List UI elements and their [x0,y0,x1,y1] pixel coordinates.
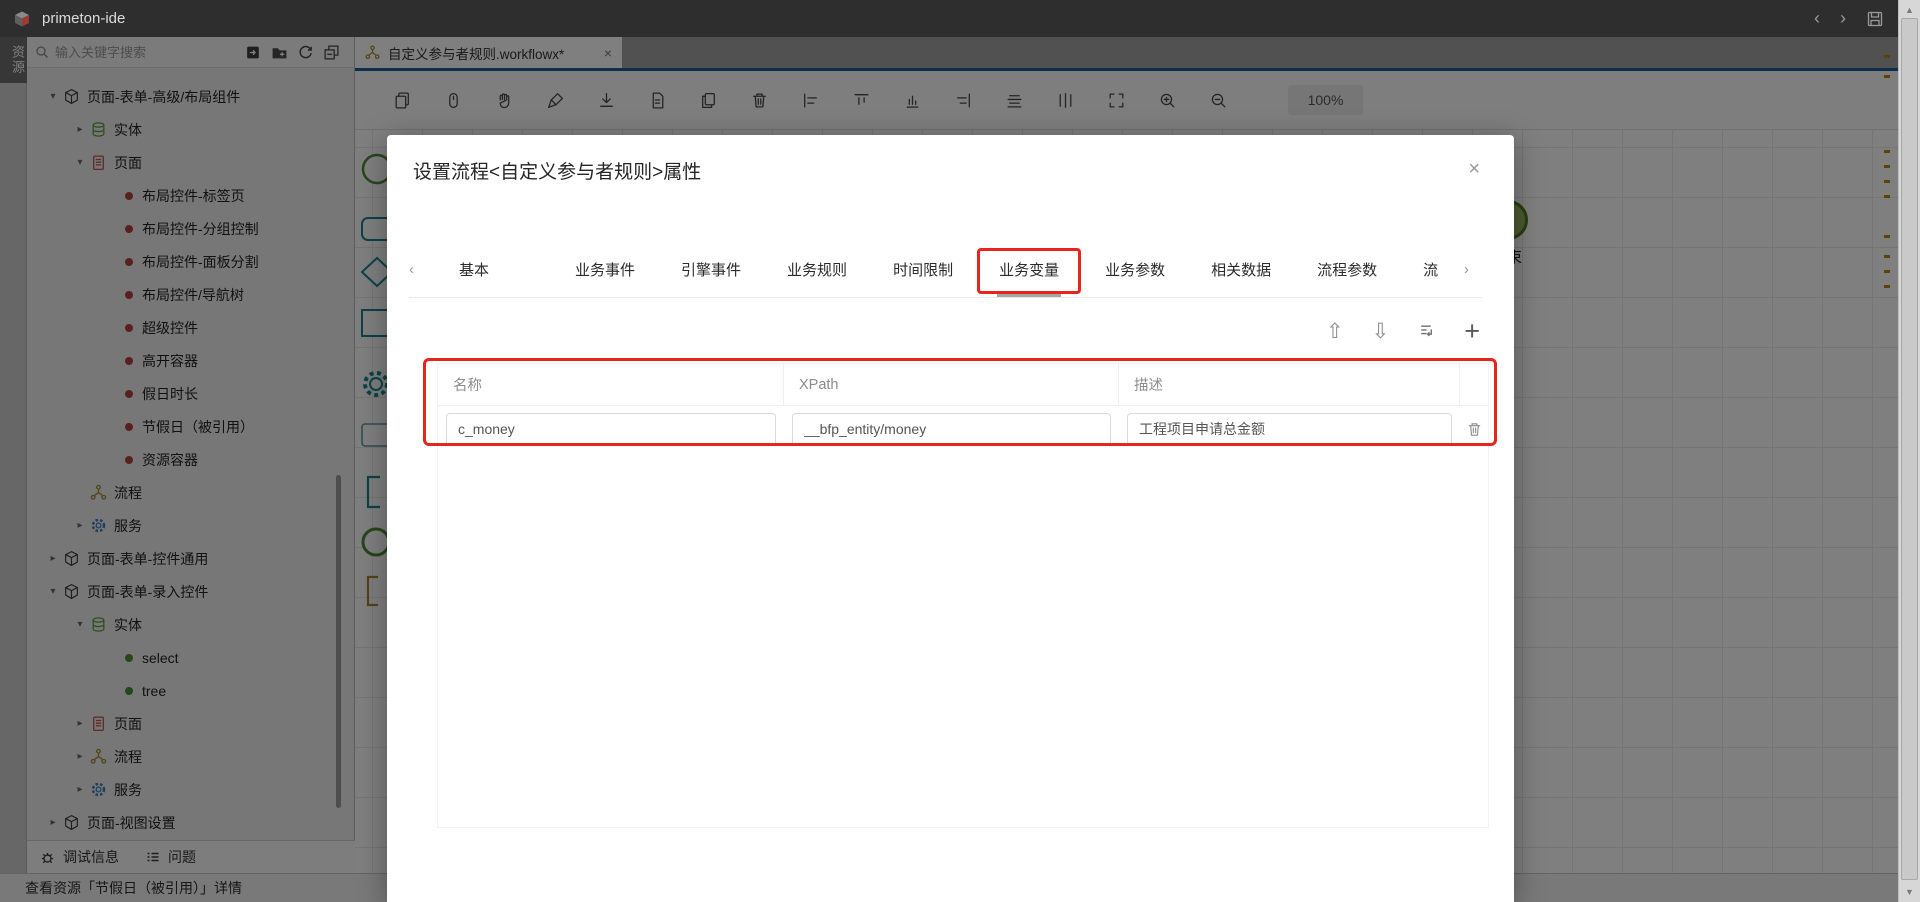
variables-toolbar: ⇧ ⇩ + [1326,313,1480,349]
table-row [438,406,1488,452]
dialog-tab-label: 业务规则 [787,259,847,280]
move-up-icon[interactable]: ⇧ [1326,321,1344,342]
titlebar: primeton-ide ‹ › [0,0,1920,37]
add-icon[interactable]: + [1464,318,1480,345]
dialog-tab-9[interactable]: 流程参数 [1317,241,1377,297]
column-header: XPath [784,364,1119,405]
dialog-tab-2[interactable]: 业务事件 [575,241,635,297]
dialog-close-icon[interactable]: × [1468,159,1480,179]
variables-table: 名称XPath描述 [437,363,1489,828]
dialog-tab-label: 时间限制 [893,259,953,280]
reference-icon[interactable] [1417,322,1436,341]
dialog-tab-1[interactable]: 基本 [459,241,489,297]
scrollbar-thumb[interactable] [1901,18,1918,880]
dialog-tab-label: 业务事件 [575,259,635,280]
delete-row-icon[interactable] [1466,421,1483,438]
dialog-tab-7[interactable]: 业务参数 [1105,241,1165,297]
scroll-down-icon[interactable]: ▼ [1899,884,1920,900]
dialog-tab-6[interactable]: 业务变量 [999,241,1059,297]
variable-name-input[interactable] [446,413,776,446]
dialog-tab-10[interactable]: 流 [1423,241,1439,297]
column-header: 名称 [438,364,784,405]
app-title: primeton-ide [42,10,125,27]
dialog-tab-label: 流 [1423,259,1438,280]
tabs-scroll-left-icon[interactable]: ‹ [409,261,439,278]
dialog-tab-label: 相关数据 [1211,259,1271,280]
column-header-actions [1460,364,1488,405]
primeton-ide-window: primeton-ide ‹ › 资源 [0,0,1920,902]
xpath-input[interactable] [792,413,1111,446]
dialog-tab-8[interactable]: 相关数据 [1211,241,1271,297]
primeton-logo-icon [12,9,32,29]
dialog-tab-label: 流程参数 [1317,259,1377,280]
dialog-tab-label: 引擎事件 [681,259,741,280]
nav-forward-icon[interactable]: › [1840,8,1846,29]
scroll-up-icon[interactable]: ▲ [1899,2,1920,18]
nav-back-icon[interactable]: ‹ [1814,8,1820,29]
table-header: 名称XPath描述 [438,364,1488,406]
dialog-tab-4[interactable]: 业务规则 [787,241,847,297]
description-input[interactable] [1127,413,1452,446]
dialog-tab-label: 基本 [459,259,489,280]
dialog-title: 设置流程<自定义参与者规则>属性 [413,157,701,184]
window-scrollbar[interactable]: ▲ ▼ [1898,0,1920,902]
dialog-tab-3[interactable]: 引擎事件 [681,241,741,297]
tabs-scroll-right-icon[interactable]: › [1464,241,1494,297]
process-properties-dialog: 设置流程<自定义参与者规则>属性 × ‹ 基本 业务事件 引擎事件 业务规则 时间限制 业… [387,135,1514,902]
move-down-icon[interactable]: ⇩ [1372,321,1390,342]
dialog-tab-label: 业务参数 [1105,259,1165,280]
dialog-tab-label: 业务变量 [999,259,1059,280]
dialog-tab-5[interactable]: 时间限制 [893,241,953,297]
save-icon[interactable] [1866,10,1884,28]
dialog-tabs-row: ‹ 基本业务事件引擎事件业务规则时间限制业务变量业务参数相关数据流程参数流 › [409,241,1482,298]
column-header: 描述 [1119,364,1460,405]
